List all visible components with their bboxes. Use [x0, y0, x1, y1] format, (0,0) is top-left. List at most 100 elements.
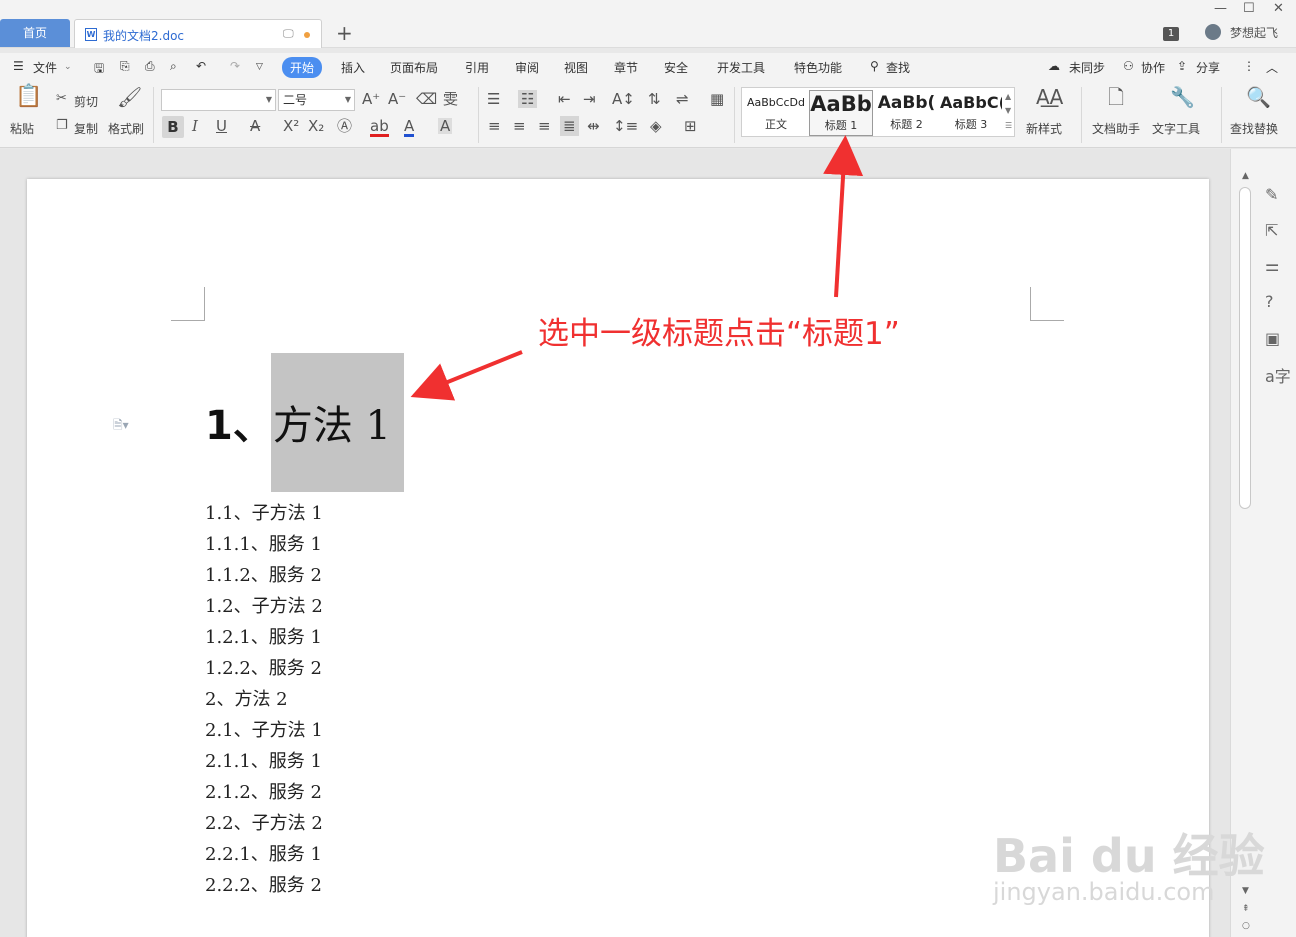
italic-button[interactable]: I: [192, 118, 198, 134]
menu-special-features[interactable]: 特色功能: [794, 59, 842, 76]
outline-line[interactable]: 2、方法 2: [205, 685, 288, 711]
pen-icon[interactable]: ✎: [1265, 185, 1278, 204]
settings-sliders-icon[interactable]: ⚌: [1265, 256, 1279, 275]
hamburger-icon[interactable]: ☰: [13, 59, 24, 73]
outline-line[interactable]: 2.2、子方法 2: [205, 809, 323, 835]
styles-scroll-up-icon[interactable]: ▲: [1005, 92, 1011, 101]
styles-scroll-down-icon[interactable]: ▼: [1005, 106, 1011, 115]
style-normal[interactable]: AaBbCcDd 正文: [744, 90, 808, 136]
minimize-button[interactable]: —: [1214, 1, 1227, 16]
style-heading-2[interactable]: AaBb( 标题 2: [875, 90, 938, 136]
show-marks-icon[interactable]: ⇌: [676, 91, 689, 107]
new-style-icon[interactable]: A͟A: [1036, 87, 1063, 107]
page-nav-icon[interactable]: ○: [1242, 921, 1250, 931]
new-style-button[interactable]: 新样式: [1026, 120, 1062, 137]
font-size-select[interactable]: 二号 ▼: [278, 89, 355, 111]
character-shading-button[interactable]: A: [438, 118, 453, 134]
scroll-up-icon[interactable]: ▲: [1242, 171, 1249, 181]
shrink-font-icon[interactable]: A⁻: [388, 91, 406, 107]
outline-line[interactable]: 1.2.1、服务 1: [205, 623, 322, 649]
sync-status[interactable]: 未同步: [1069, 59, 1105, 76]
copy-button[interactable]: 复制: [74, 120, 98, 137]
paste-icon[interactable]: 📋: [15, 86, 42, 108]
phonetic-guide-icon[interactable]: 雯: [443, 91, 458, 107]
distributed-icon[interactable]: ⇹: [587, 118, 600, 134]
decrease-indent-icon[interactable]: ⇤: [558, 91, 571, 107]
font-name-select[interactable]: ▼: [161, 89, 276, 111]
restore-button[interactable]: ☐: [1243, 1, 1255, 16]
justify-icon[interactable]: ≣: [560, 116, 579, 136]
align-center-icon[interactable]: ≡: [513, 118, 526, 134]
menu-file[interactable]: 文件: [33, 59, 57, 76]
numbered-list-icon[interactable]: ☷: [518, 90, 538, 108]
vertical-scrollbar[interactable]: [1239, 187, 1251, 509]
subscript-button[interactable]: X₂: [308, 118, 324, 134]
wrench-icon[interactable]: 🔧: [1170, 87, 1195, 107]
scissors-icon[interactable]: ✂: [56, 91, 67, 107]
borders-icon[interactable]: ⊞: [684, 118, 697, 134]
highlight-color-button[interactable]: ab: [370, 118, 389, 137]
menu-security[interactable]: 安全: [664, 59, 688, 76]
increase-indent-icon[interactable]: ⇥: [583, 91, 596, 107]
paste-button[interactable]: 粘贴: [10, 120, 34, 137]
more-icon[interactable]: ⋮: [1243, 59, 1255, 73]
bold-button[interactable]: B: [162, 116, 184, 138]
menu-review[interactable]: 审阅: [515, 59, 539, 76]
menu-chapter[interactable]: 章节: [614, 59, 638, 76]
tab-document[interactable]: W 我的文档2.doc 🖵: [74, 19, 322, 48]
grow-font-icon[interactable]: A⁺: [362, 91, 380, 107]
print-preview-icon[interactable]: ⌕: [170, 59, 177, 74]
text-effect-icon[interactable]: Ⓐ: [337, 118, 352, 134]
outline-line[interactable]: 2.1.2、服务 2: [205, 778, 322, 804]
text-tools-button[interactable]: 文字工具: [1152, 120, 1200, 137]
style-heading-3[interactable]: AaBbC( 标题 3: [940, 90, 1002, 136]
doc-assistant-button[interactable]: 文档助手: [1092, 120, 1140, 137]
cut-button[interactable]: 剪切: [74, 93, 98, 110]
menu-search[interactable]: 查找: [886, 59, 910, 76]
outline-line[interactable]: 1.1.1、服务 1: [205, 530, 322, 556]
cursor-select-icon[interactable]: ⇱: [1265, 221, 1278, 240]
user-avatar[interactable]: [1205, 24, 1221, 40]
doc-assistant-icon[interactable]: 🗋: [1108, 87, 1124, 107]
paragraph-settings-icon[interactable]: 🗎▾: [113, 416, 129, 437]
outline-line[interactable]: 2.2.1、服务 1: [205, 840, 322, 866]
help-icon[interactable]: ?: [1265, 292, 1274, 311]
format-painter-button[interactable]: 格式刷: [108, 120, 144, 137]
collaborate-button[interactable]: 协作: [1141, 59, 1165, 76]
sort-icon[interactable]: ⇅: [648, 91, 661, 107]
previous-page-icon[interactable]: ⇞: [1242, 904, 1250, 914]
quick-access-dropdown-icon[interactable]: ▽: [256, 62, 263, 72]
user-name[interactable]: 梦想起飞: [1230, 24, 1278, 41]
menu-view[interactable]: 视图: [564, 59, 588, 76]
monitor-icon[interactable]: 🖵: [283, 27, 294, 41]
clear-format-icon[interactable]: ⌫: [416, 91, 437, 107]
style-heading-1[interactable]: AaBb 标题 1: [809, 90, 873, 136]
font-color-button[interactable]: A: [404, 118, 415, 137]
find-replace-button[interactable]: 查找替换: [1230, 120, 1278, 137]
window-count-badge[interactable]: 1: [1163, 27, 1179, 41]
outline-line[interactable]: 1.1、子方法 1: [205, 499, 323, 525]
new-tab-button[interactable]: +: [336, 21, 353, 45]
find-replace-icon[interactable]: 🔍: [1246, 87, 1271, 107]
save-icon[interactable]: 🖫: [94, 59, 104, 80]
share-button[interactable]: 分享: [1196, 59, 1220, 76]
scroll-down-icon[interactable]: ▼: [1242, 886, 1249, 896]
undo-icon[interactable]: ↶: [196, 59, 206, 73]
redo-icon[interactable]: ↷: [230, 59, 240, 73]
outline-line[interactable]: 2.1、子方法 1: [205, 716, 323, 742]
shading-icon[interactable]: ◈: [650, 118, 662, 134]
align-left-icon[interactable]: ≡: [488, 118, 501, 134]
strikethrough-button[interactable]: A: [250, 118, 260, 134]
table-grid-icon[interactable]: ▦: [710, 91, 724, 107]
translate-icon[interactable]: a字: [1265, 363, 1291, 387]
image-panel-icon[interactable]: ▣: [1265, 329, 1280, 348]
print-icon[interactable]: ⎙: [145, 59, 155, 74]
tab-home[interactable]: 首页: [0, 19, 70, 47]
menu-insert[interactable]: 插入: [341, 59, 365, 76]
outline-line[interactable]: 1.1.2、服务 2: [205, 561, 322, 587]
menu-developer[interactable]: 开发工具: [717, 59, 765, 76]
export-icon[interactable]: ⎘: [120, 59, 130, 74]
outline-line[interactable]: 2.1.1、服务 1: [205, 747, 322, 773]
heading-1[interactable]: 1、方法 1: [205, 393, 391, 451]
outline-line[interactable]: 1.2.2、服务 2: [205, 654, 322, 680]
